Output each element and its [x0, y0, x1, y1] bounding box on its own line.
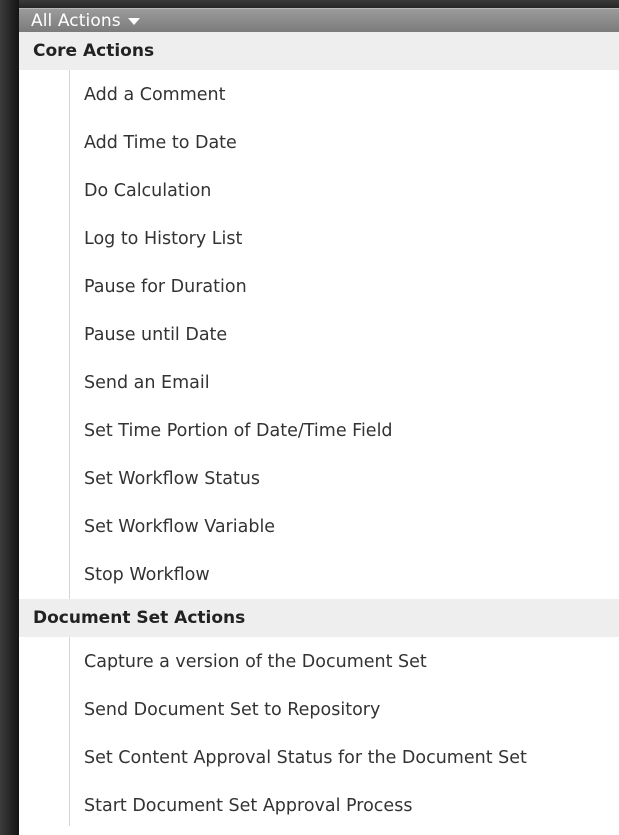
window-frame-left [0, 0, 19, 835]
menu-item-pause-for-duration[interactable]: Pause for Duration [84, 263, 619, 311]
menu-item-set-time-portion[interactable]: Set Time Portion of Date/Time Field [84, 407, 619, 455]
menu-item-set-workflow-status[interactable]: Set Workflow Status [84, 455, 619, 503]
menu-item-send-document-set-to-repository[interactable]: Send Document Set to Repository [84, 686, 619, 734]
menu-item-capture-document-set-version[interactable]: Capture a version of the Document Set [84, 638, 619, 686]
menu-item-pause-until-date[interactable]: Pause until Date [84, 311, 619, 359]
group-header-core-actions: Core Actions [19, 32, 619, 70]
menu-item-set-content-approval-status[interactable]: Set Content Approval Status for the Docu… [84, 734, 619, 782]
menu-item-start-document-set-approval[interactable]: Start Document Set Approval Process [84, 782, 619, 830]
menu-item-send-an-email[interactable]: Send an Email [84, 359, 619, 407]
menu-item-set-workflow-variable[interactable]: Set Workflow Variable [84, 503, 619, 551]
all-actions-dropdown[interactable]: All Actions [19, 8, 619, 32]
group-items-core-actions: Add a Comment Add Time to Date Do Calcul… [69, 70, 619, 599]
menu-item-log-to-history-list[interactable]: Log to History List [84, 215, 619, 263]
menu-item-add-a-comment[interactable]: Add a Comment [84, 71, 619, 119]
caret-down-icon [127, 18, 140, 25]
menu-item-do-calculation[interactable]: Do Calculation [84, 167, 619, 215]
actions-menu: Core Actions Add a Comment Add Time to D… [19, 32, 619, 835]
group-items-document-set-actions: Capture a version of the Document Set Se… [69, 637, 619, 826]
window-frame-top [0, 0, 619, 8]
group-header-document-set-actions: Document Set Actions [19, 599, 619, 637]
menu-item-add-time-to-date[interactable]: Add Time to Date [84, 119, 619, 167]
menu-item-stop-workflow[interactable]: Stop Workflow [84, 551, 619, 599]
all-actions-label: All Actions [31, 10, 121, 31]
